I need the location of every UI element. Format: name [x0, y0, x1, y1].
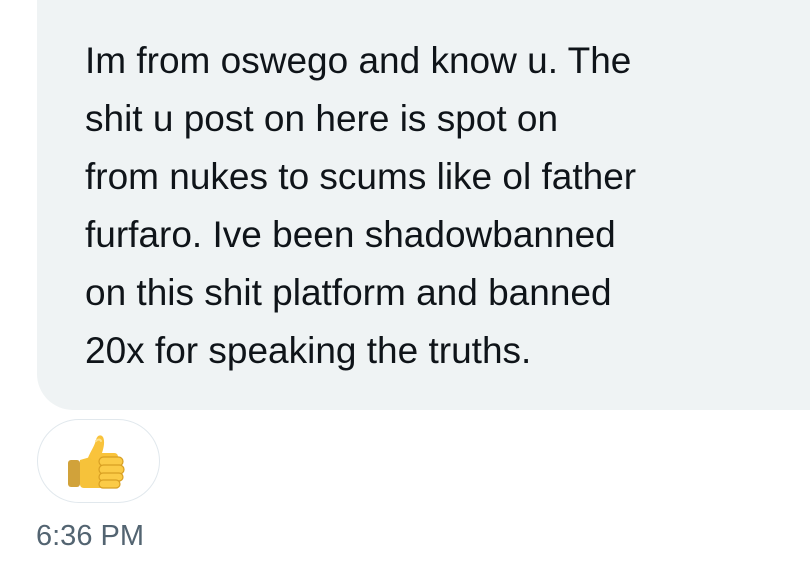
message-line: from nukes to scums like ol father — [85, 156, 637, 197]
message-line: shit u post on here is spot on — [85, 98, 559, 139]
message-line: furfaro. Ive been shadowbanned — [85, 214, 616, 255]
thumbs-up-icon — [68, 435, 125, 489]
message-text: Im from oswego and know u. The shit u po… — [85, 32, 785, 380]
message-timestamp: 6:36 PM — [36, 520, 144, 552]
message-line: Im from oswego and know u. The — [85, 40, 632, 81]
message-line: 20x for speaking the truths. — [85, 330, 532, 371]
message-line: on this shit platform and banned — [85, 272, 612, 313]
reaction-button[interactable] — [37, 419, 160, 503]
